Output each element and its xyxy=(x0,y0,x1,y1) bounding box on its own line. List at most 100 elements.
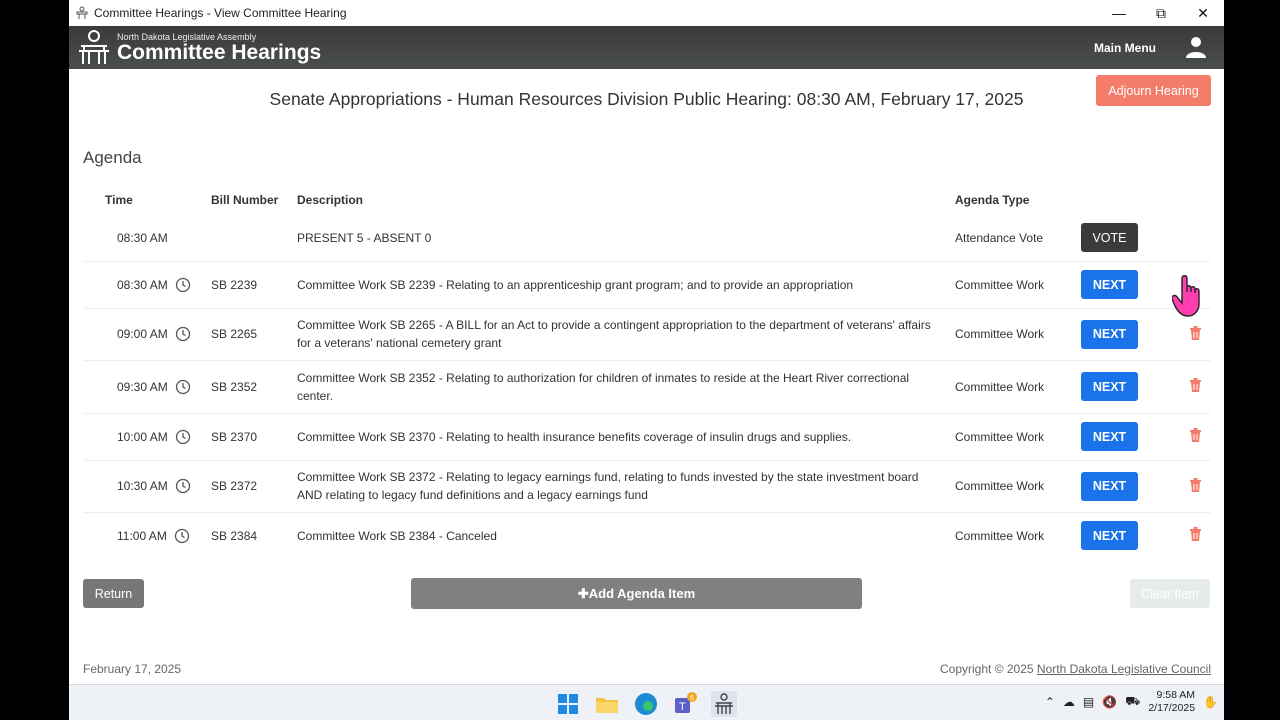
row-time: 09:30 AM xyxy=(117,379,168,394)
notification-icon[interactable]: ✋ xyxy=(1203,695,1218,709)
podium-icon xyxy=(76,6,88,19)
row-agenda-type: Committee Work xyxy=(955,359,1081,413)
row-agenda-type: Committee Work xyxy=(955,459,1081,512)
clock-time: 9:58 AM xyxy=(1156,689,1196,701)
chevron-up-icon[interactable]: ⌃ xyxy=(1045,695,1055,709)
next-button[interactable]: NEXT xyxy=(1081,422,1138,451)
row-description: PRESENT 5 - ABSENT 0 xyxy=(297,230,432,245)
row-time: 09:00 AM xyxy=(117,327,168,341)
teams-badge: 6 xyxy=(690,695,694,702)
row-bill: SB 2370 xyxy=(211,412,297,460)
row-agenda-type: Committee Work xyxy=(955,260,1081,308)
row-time: 08:30 AM xyxy=(117,277,168,292)
row-bill: SB 2265 xyxy=(211,307,297,360)
clock-icon[interactable] xyxy=(174,528,190,544)
row-time: 10:00 AM xyxy=(117,429,168,444)
trash-icon[interactable] xyxy=(1189,325,1202,340)
next-button[interactable]: NEXT xyxy=(1081,521,1138,551)
row-description: Committee Work SB 2265 - A BILL for an A… xyxy=(297,307,955,360)
row-bill: SB 2239 xyxy=(211,260,297,308)
row-description: Committee Work SB 2372 - Relating to leg… xyxy=(297,459,955,512)
next-button[interactable]: NEXT xyxy=(1081,270,1138,299)
taskbar: T 6 ⌃ ☁ ▤ 🔇 ⛟ 9:58 AM 2/17/2025 ✋ xyxy=(69,684,1224,720)
podium-logo-icon[interactable] xyxy=(75,29,113,67)
table-row: 10:00 AM SB 2370 Committee Work SB 2370 - … xyxy=(83,412,1211,460)
clock-icon[interactable] xyxy=(175,478,191,494)
row-agenda-type: Committee Work xyxy=(955,511,1081,559)
add-agenda-item-button[interactable]: ✚Add Agenda Item xyxy=(411,578,862,609)
row-description: Committee Work SB 2370 - Relating to hea… xyxy=(297,412,955,460)
window-title: Committee Hearings - View Committee Hear… xyxy=(94,6,347,20)
app-window: Committee Hearings - View Committee Hear… xyxy=(69,0,1224,720)
teams-icon[interactable]: T 6 xyxy=(672,691,698,717)
window-titlebar: Committee Hearings - View Committee Hear… xyxy=(69,0,1224,26)
add-agenda-item-label: Add Agenda Item xyxy=(588,585,696,601)
table-row: 09:00 AM SB 2265 Committee Work SB 2265 - … xyxy=(83,307,1211,360)
trash-icon[interactable] xyxy=(1189,527,1202,542)
next-button[interactable]: NEXT xyxy=(1081,319,1138,349)
speaker-muted-icon[interactable]: 🔇 xyxy=(1102,695,1117,709)
device-icon[interactable]: ▤ xyxy=(1083,695,1094,709)
row-agenda-type: Committee Work xyxy=(955,307,1081,360)
col-type: Agenda Type xyxy=(955,193,1030,207)
system-tray: ⌃ ☁ ▤ 🔇 ⛟ 9:58 AM 2/17/2025 ✋ xyxy=(1045,689,1218,715)
vote-button[interactable]: VOTE xyxy=(1081,223,1138,253)
clear-item-button[interactable]: Clear Item xyxy=(1130,579,1210,608)
windows-start-icon[interactable] xyxy=(555,691,581,717)
plus-icon: ✚ xyxy=(577,585,589,601)
next-button[interactable]: NEXT xyxy=(1081,471,1138,501)
agenda-heading: Agenda xyxy=(83,148,142,167)
copyright-text: Copyright © 2025 xyxy=(940,662,1034,676)
adjourn-hearing-button[interactable]: Adjourn Hearing xyxy=(1096,75,1211,106)
row-agenda-type: Attendance Vote xyxy=(955,230,1044,245)
svg-text:T: T xyxy=(679,701,686,713)
hand-pointer-icon xyxy=(1172,275,1200,317)
trash-icon[interactable] xyxy=(1189,378,1202,392)
committee-hearings-taskbar-icon[interactable] xyxy=(711,691,737,717)
table-row: 09:30 AM SB 2352 Committee Work SB 2352 - … xyxy=(83,359,1211,413)
clock-icon[interactable] xyxy=(175,326,191,342)
row-bill: SB 2372 xyxy=(211,459,297,512)
cloud-icon[interactable]: ☁ xyxy=(1063,695,1075,709)
close-icon[interactable]: ✕ xyxy=(1182,5,1224,22)
trash-icon[interactable] xyxy=(1189,428,1202,442)
brand-title: Committee Hearings xyxy=(117,40,322,64)
app-header: North Dakota Legislative Assembly Commit… xyxy=(69,26,1224,69)
table-row: 10:30 AM SB 2372 Committee Work SB 2372 - … xyxy=(83,459,1211,512)
brand[interactable]: North Dakota Legislative Assembly Commit… xyxy=(117,32,322,64)
table-row: 08:30 AM PRESENT 5 - ABSENT 0 Attendance V… xyxy=(83,215,1211,261)
page-title: Senate Appropriations - Human Resources … xyxy=(269,89,1024,109)
footer-date: February 17, 2025 xyxy=(83,662,182,676)
row-bill: SB 2352 xyxy=(211,359,297,413)
council-link[interactable]: North Dakota Legislative Council xyxy=(1037,662,1211,676)
row-description: Committee Work SB 2352 - Relating to aut… xyxy=(297,359,955,413)
table-row: 08:30 AM SB 2239 Committee Work SB 2239 - … xyxy=(83,260,1211,308)
col-desc: Description xyxy=(297,193,364,207)
file-explorer-icon[interactable] xyxy=(594,691,620,717)
network-icon[interactable]: ⛟ xyxy=(1125,694,1140,710)
restore-icon[interactable]: ⧉ xyxy=(1140,5,1182,22)
trash-icon[interactable] xyxy=(1189,477,1202,492)
row-bill xyxy=(211,215,297,261)
row-bill: SB 2384 xyxy=(211,511,297,559)
col-bill: Bill Number xyxy=(211,193,279,207)
footer-copyright: Copyright © 2025 North Dakota Legislativ… xyxy=(940,662,1211,676)
edge-browser-icon[interactable] xyxy=(633,691,659,717)
row-agenda-type: Committee Work xyxy=(955,412,1081,460)
clock-icon[interactable] xyxy=(175,379,191,395)
minimize-icon[interactable]: — xyxy=(1098,5,1140,22)
user-icon[interactable] xyxy=(1185,36,1207,58)
main-menu-link[interactable]: Main Menu xyxy=(1094,41,1156,55)
table-row: 11:00 AM SB 2384 Committee Work SB 2384 - … xyxy=(83,511,1211,559)
clock-icon[interactable] xyxy=(175,277,191,293)
next-button[interactable]: NEXT xyxy=(1081,372,1138,401)
row-time: 10:30 AM xyxy=(117,479,168,493)
row-description: Committee Work SB 2239 - Relating to an … xyxy=(297,260,955,308)
taskbar-clock[interactable]: 9:58 AM 2/17/2025 xyxy=(1148,689,1195,715)
clock-icon[interactable] xyxy=(175,429,191,445)
row-description: Committee Work SB 2384 - Canceled xyxy=(297,511,955,559)
row-time: 08:30 AM xyxy=(117,230,168,245)
return-button[interactable]: Return xyxy=(83,579,144,608)
row-time: 11:00 AM xyxy=(117,528,167,543)
agenda-table: Time Bill Number Description Agenda Type… xyxy=(83,185,1211,559)
